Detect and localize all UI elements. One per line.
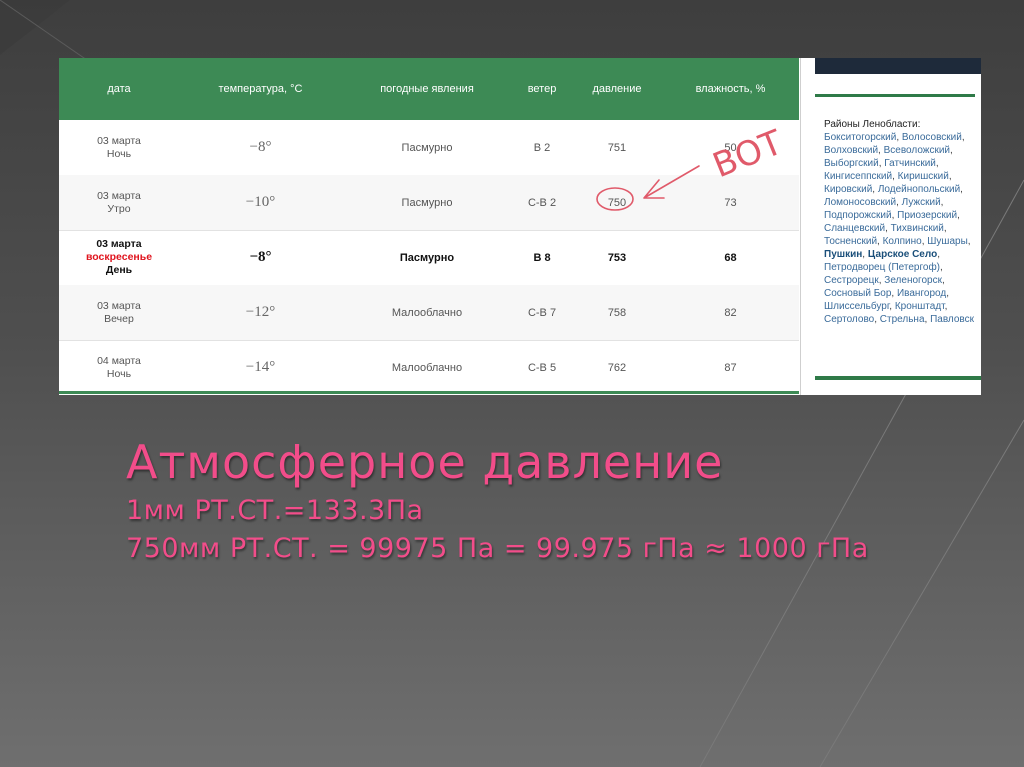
column-divider xyxy=(800,58,801,395)
sidebar-banner-image xyxy=(815,58,981,74)
region-link[interactable]: Тихвинский xyxy=(891,223,944,234)
region-link[interactable]: Волховский xyxy=(824,145,878,156)
region-link[interactable]: Волосовский xyxy=(902,132,962,143)
conversion-line-2: 750мм РТ.СТ. = 99975 Па = 99.975 гПа ≈ 1… xyxy=(126,533,869,564)
region-link[interactable]: Стрельна xyxy=(880,314,925,325)
region-link[interactable]: Киришский xyxy=(898,171,949,182)
region-link[interactable]: Лужский xyxy=(902,197,941,208)
region-link[interactable]: Бокситогорский xyxy=(824,132,896,143)
date-cell: 04 марта Ночь xyxy=(59,340,179,395)
period-text: День xyxy=(105,264,133,276)
table-row: 03 марта Ночь −8° Пасмурно В 2 751 50 xyxy=(59,120,799,176)
weather-cell: Малооблачно xyxy=(391,361,463,374)
date-text: 03 марта xyxy=(97,299,141,312)
wind-cell: С-В 7 xyxy=(527,306,557,319)
region-link[interactable]: Сестрорецк xyxy=(824,275,879,286)
wind-cell: С-В 5 xyxy=(527,361,557,374)
date-text: 03 марта xyxy=(97,134,141,147)
table-row: 04 марта Ночь −14° Малооблачно С-В 5 762… xyxy=(59,340,799,395)
wind-cell: В 8 xyxy=(533,251,551,264)
temperature-cell: −14° xyxy=(245,359,276,375)
pressure-cell: 751 xyxy=(607,141,627,154)
region-link[interactable]: Петродворец (Петергоф) xyxy=(824,262,940,273)
region-link[interactable]: Зеленогорск xyxy=(884,275,942,286)
region-link[interactable]: Сланцевский xyxy=(824,223,885,234)
header-pressure: давление xyxy=(592,83,642,95)
sidebar-bottom-border xyxy=(815,376,981,380)
header-weather: погодные явления xyxy=(380,83,474,95)
header-wind: ветер xyxy=(527,83,557,95)
date-cell: 03 марта Ночь xyxy=(59,120,179,175)
wind-cell: В 2 xyxy=(533,141,551,154)
region-link[interactable]: Сосновый Бор xyxy=(824,288,891,299)
humidity-cell: 50 xyxy=(724,141,737,154)
sidebar-divider xyxy=(815,94,975,97)
region-link[interactable]: Всеволожский xyxy=(884,145,950,156)
region-link[interactable]: Пушкин xyxy=(824,249,862,260)
regions-links: Бокситогорский, Волосовский, Волховский,… xyxy=(824,132,974,325)
weather-cell: Пасмурно xyxy=(401,141,453,154)
region-link[interactable]: Кронштадт xyxy=(895,301,945,312)
slide-title: Атмосферное давление xyxy=(126,435,724,489)
region-link[interactable]: Кировский xyxy=(824,184,872,195)
region-link[interactable]: Шлиссельбург xyxy=(824,301,889,312)
region-link[interactable]: Шушары xyxy=(927,236,968,247)
date-cell: 03 марта Вечер xyxy=(59,285,179,340)
pressure-cell: 758 xyxy=(607,306,627,319)
region-link[interactable]: Приозерский xyxy=(897,210,957,221)
region-link[interactable]: Ломоносовский xyxy=(824,197,896,208)
weather-screenshot: дата температура, °C погодные явления ве… xyxy=(59,58,981,395)
header-temperature: температура, °C xyxy=(218,83,303,95)
weather-cell: Пасмурно xyxy=(401,196,453,209)
region-link[interactable]: Подпорожский xyxy=(824,210,892,221)
pressure-cell: 750 xyxy=(607,196,627,209)
weather-cell: Малооблачно xyxy=(391,306,463,319)
humidity-cell: 68 xyxy=(724,251,737,264)
regions-list: Районы Ленобласти: Бокситогорский, Волос… xyxy=(824,118,974,326)
temperature-cell: −8° xyxy=(249,139,272,155)
region-link[interactable]: Ивангород xyxy=(897,288,946,299)
slide-caption: Атмосферное давление 1мм РТ.СТ.=133.3Па … xyxy=(126,432,1006,568)
humidity-cell: 82 xyxy=(724,306,737,319)
region-link[interactable]: Колпино xyxy=(883,236,922,247)
conversion-line-1: 1мм РТ.СТ.=133.3Па xyxy=(126,495,424,526)
region-link[interactable]: Кингисеппский xyxy=(824,171,892,182)
sidebar: Районы Ленобласти: Бокситогорский, Волос… xyxy=(809,58,981,395)
weather-cell: Пасмурно xyxy=(399,251,455,264)
region-link[interactable]: Гатчинский xyxy=(884,158,936,169)
date-text: 03 марта xyxy=(97,189,141,202)
weekday-text: воскресенье xyxy=(85,251,153,263)
period-text: Ночь xyxy=(106,367,132,380)
pressure-cell: 753 xyxy=(607,251,627,264)
region-link[interactable]: Тосненский xyxy=(824,236,877,247)
region-link[interactable]: Сертолово xyxy=(824,314,874,325)
temperature-cell: −12° xyxy=(245,304,276,320)
header-humidity: влажность, % xyxy=(695,83,766,95)
region-link[interactable]: Царское Село xyxy=(868,249,937,260)
region-link[interactable]: Выборгский xyxy=(824,158,879,169)
humidity-cell: 87 xyxy=(724,361,737,374)
temperature-cell: −8° xyxy=(249,249,272,265)
regions-heading: Районы Ленобласти: xyxy=(824,119,921,130)
table-row-current: 03 марта воскресенье День −8° Пасмурно В… xyxy=(59,230,799,286)
date-text: 04 марта xyxy=(97,354,141,367)
temperature-cell: −10° xyxy=(245,194,276,210)
wind-cell: С-В 2 xyxy=(527,196,557,209)
period-text: Вечер xyxy=(104,312,134,325)
date-cell: 03 марта воскресенье День xyxy=(59,230,179,285)
period-text: Ночь xyxy=(106,147,132,160)
date-cell: 03 марта Утро xyxy=(59,175,179,230)
date-text: 03 марта xyxy=(96,238,142,250)
header-date: дата xyxy=(107,83,131,95)
region-link[interactable]: Лодейнопольский xyxy=(878,184,960,195)
table-bottom-border xyxy=(59,391,799,394)
table-header: дата температура, °C погодные явления ве… xyxy=(59,58,799,120)
region-link[interactable]: Павловск xyxy=(930,314,974,325)
table-row: 03 марта Вечер −12° Малооблачно С-В 7 75… xyxy=(59,285,799,341)
weather-table: дата температура, °C погодные явления ве… xyxy=(59,58,799,395)
period-text: Утро xyxy=(107,202,131,215)
humidity-cell: 73 xyxy=(724,196,737,209)
pressure-cell: 762 xyxy=(607,361,627,374)
table-row: 03 марта Утро −10° Пасмурно С-В 2 750 73 xyxy=(59,175,799,231)
